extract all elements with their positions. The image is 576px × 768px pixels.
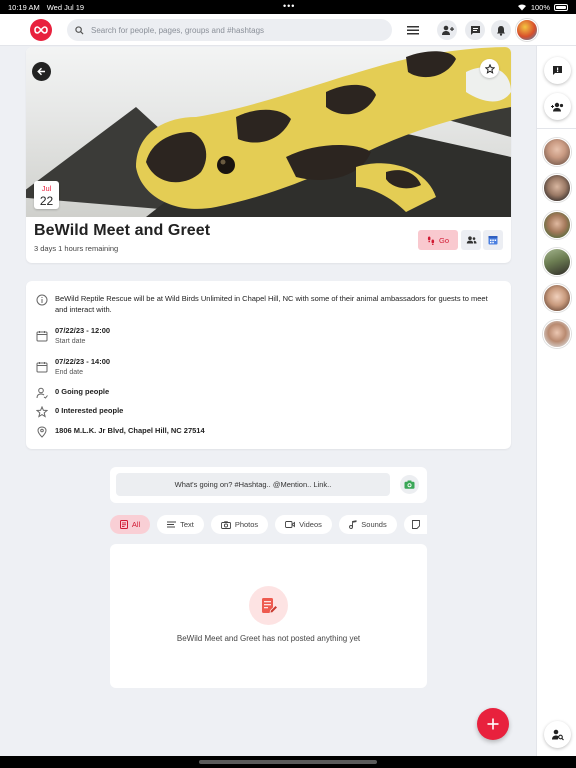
filter-all[interactable]: All [110,515,150,534]
event-title: BeWild Meet and Greet [34,222,211,239]
star-icon [36,406,48,418]
home-indicator[interactable] [199,760,377,764]
filter-photos-label: Photos [234,520,259,529]
contact-avatar-6[interactable] [543,320,571,348]
calendar-icon [36,331,48,342]
invite-button[interactable] [461,230,481,250]
event-end-row: 07/22/23 - 14:00 End date [36,356,110,376]
contact-avatar-1[interactable] [543,138,571,166]
contact-avatar-4[interactable] [543,248,571,276]
footsteps-icon [427,236,435,245]
event-start-label: Start date [55,338,86,345]
filter-videos[interactable]: Videos [275,515,332,534]
filter-text-label: Text [180,520,194,529]
composer-input[interactable]: What's going on? #Hashtag.. @Mention.. L… [116,473,390,496]
calendar-icon [36,362,48,373]
person-add-icon [441,25,454,35]
filter-text[interactable]: Text [157,515,204,534]
filter-sounds[interactable]: Sounds [339,515,397,534]
event-end-value: 07/22/23 - 14:00 [55,357,111,366]
calendar-icon [488,236,498,245]
search-icon [75,25,84,35]
post-composer: What's going on? #Hashtag.. @Mention.. L… [110,467,427,503]
event-going-count: 0 Going people [55,387,110,396]
event-time-remaining: 3 days 1 hours remaining [34,244,119,253]
note-icon [412,520,420,529]
go-button-label: Go [438,235,449,245]
event-date-badge: Jul 22 [34,181,59,209]
filter-sounds-label: Sounds [361,520,387,529]
wifi-icon [517,4,526,11]
star-icon [484,63,495,74]
person-outline-icon [36,387,48,399]
infinity-logo-icon[interactable] [30,19,52,41]
event-start-row: 07/22/23 - 12:00 Start date [36,325,110,345]
video-camera-icon [285,521,296,528]
text-lines-icon [167,521,177,528]
notifications-button[interactable] [491,20,511,40]
event-interested-count: 0 Interested people [55,406,124,415]
filter-all-label: All [131,520,141,529]
search-bar[interactable]: Search for people, pages, groups and #ha… [67,19,392,41]
event-interested-row[interactable]: 0 Interested people [36,405,123,418]
camera-icon [220,520,231,529]
profile-avatar[interactable] [516,19,538,41]
posts-feed: BeWild Meet and Greet has not posted any… [110,544,427,688]
document-edit-icon [249,586,288,625]
add-to-calendar-button[interactable] [483,230,503,250]
person-search-icon [552,729,564,740]
event-cover-image [26,47,511,217]
bell-icon [497,25,505,36]
event-end-label: End date [55,369,84,376]
filter-more[interactable] [404,515,427,534]
status-date: Wed Jul 19 [46,2,85,12]
sidebar-divider [537,128,576,129]
create-post-button[interactable] [477,708,509,740]
multitasking-dots-icon[interactable]: ••• [283,2,295,11]
arrow-left-icon [37,67,45,76]
info-icon [36,294,48,306]
search-input[interactable]: Search for people, pages, groups and #ha… [91,26,264,35]
chat-icon [470,25,480,35]
event-location-row[interactable]: 1806 M.L.K. Jr Blvd, Chapel Hill, NC 275… [36,425,205,438]
event-month: Jul [41,184,52,193]
filter-videos-label: Videos [299,520,322,529]
contact-avatar-3[interactable] [543,211,571,239]
event-day: 22 [39,194,54,208]
event-description-row: BeWild Reptile Rescue will be at Wild Bi… [36,293,491,315]
top-navigation-bar: Search for people, pages, groups and #ha… [0,14,576,46]
back-button[interactable] [32,62,51,81]
contact-avatar-5[interactable] [543,284,571,312]
hamburger-menu-icon[interactable] [406,23,420,37]
messages-button[interactable] [465,20,485,40]
chat-alert-icon [553,66,562,75]
event-start-value: 07/22/23 - 12:00 [55,326,111,335]
sidebar-feedback-button[interactable] [544,57,571,84]
music-note-icon [349,520,357,529]
contact-avatar-2[interactable] [543,174,571,202]
battery-icon [554,3,568,11]
add-photo-button[interactable] [400,475,419,494]
status-time: 10:19 AM [8,2,40,12]
event-going-row[interactable]: 0 Going people [36,386,109,399]
document-icon [119,520,128,529]
location-pin-icon [37,426,47,438]
battery-percent: 100% [530,2,550,12]
sidebar-people-button[interactable] [544,93,571,120]
camera-icon [404,480,415,489]
event-description: BeWild Reptile Rescue will be at Wild Bi… [55,294,488,314]
event-address: 1806 M.L.K. Jr Blvd, Chapel Hill, NC 275… [55,426,205,435]
favorite-button[interactable] [480,59,499,78]
filter-photos[interactable]: Photos [211,515,268,534]
add-friend-button[interactable] [437,20,457,40]
right-sidebar [536,46,576,756]
find-people-button[interactable] [544,721,571,748]
people-add-icon [550,102,563,111]
status-bar: 10:19 AM Wed Jul 19 ••• 100% [0,0,576,14]
empty-feed-message: BeWild Meet and Greet has not posted any… [176,634,361,643]
go-button[interactable]: Go [418,230,458,250]
people-add-icon [466,236,476,244]
plus-icon [487,718,499,730]
